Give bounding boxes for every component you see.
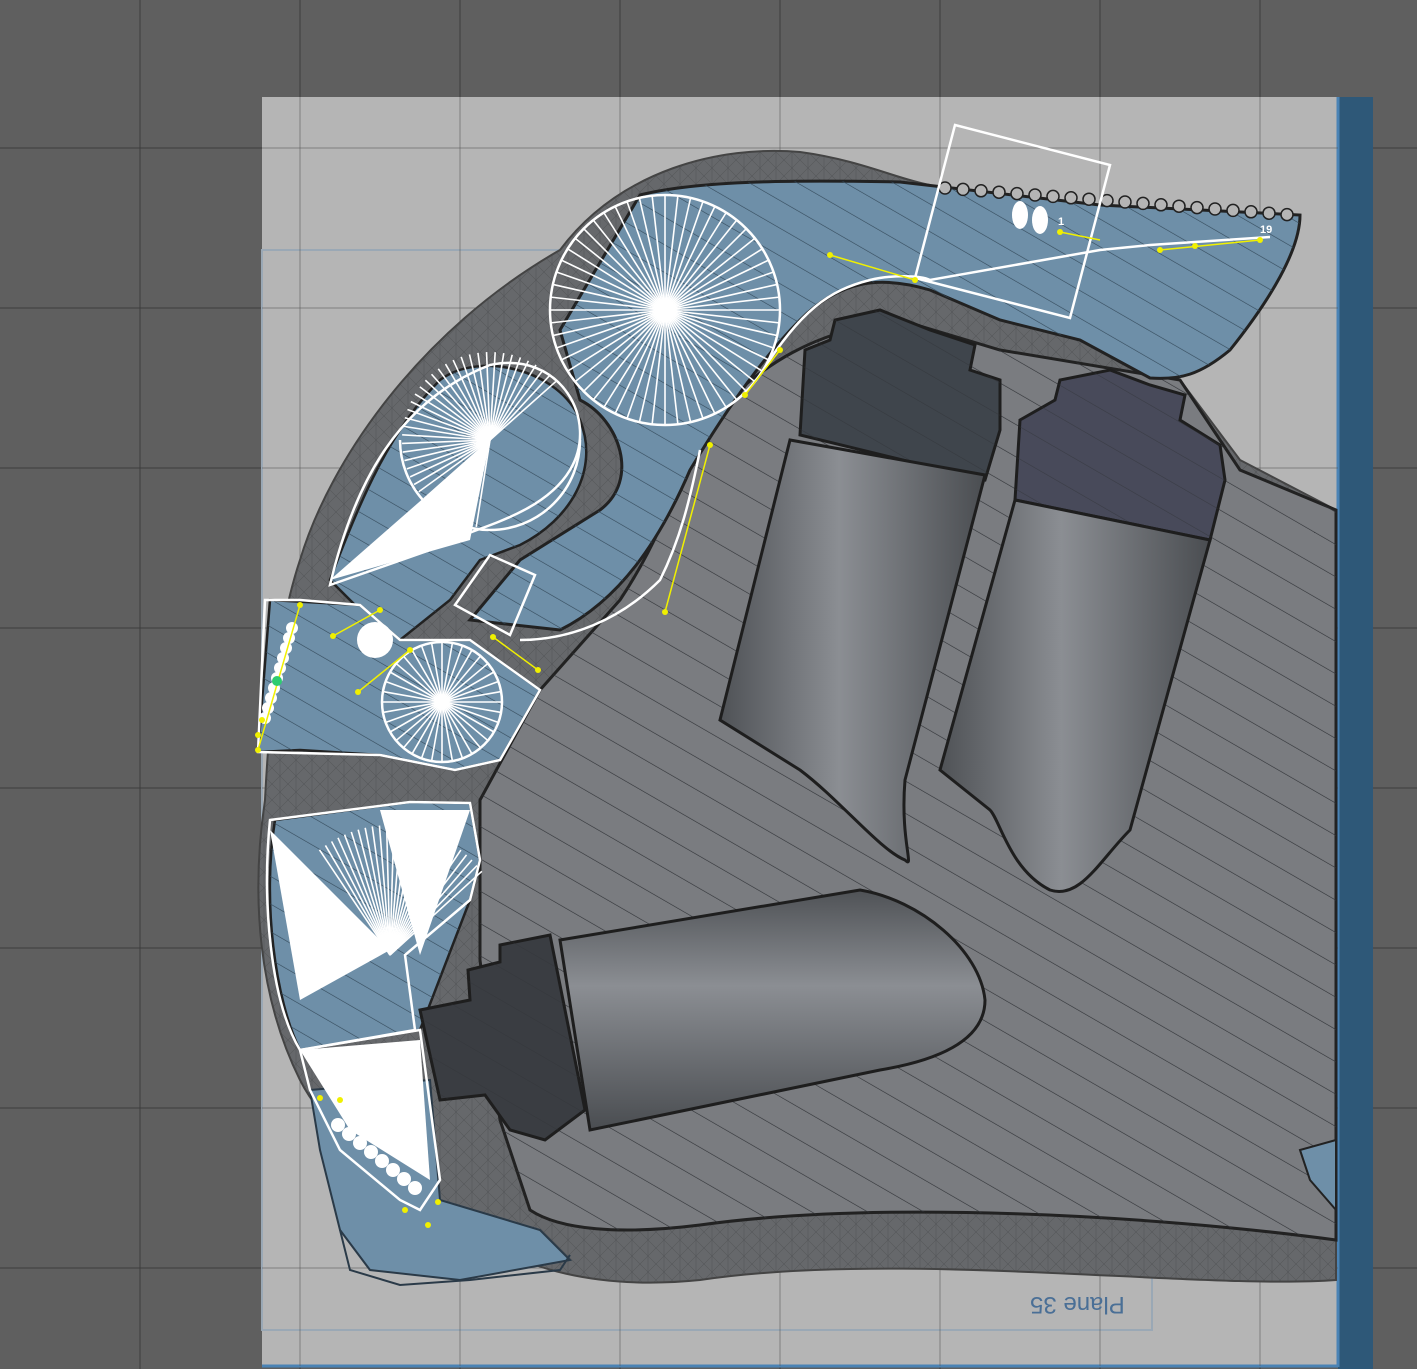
3d-viewport[interactable]: 1 19 Plane 35 bbox=[0, 0, 1417, 1369]
selected-sketch-point[interactable] bbox=[272, 676, 282, 686]
point-label-1: 1 bbox=[1058, 216, 1065, 228]
point-label-19: 19 bbox=[1260, 224, 1273, 236]
plane-label: Plane 35 bbox=[1030, 1291, 1125, 1318]
plane-edge-bar bbox=[1338, 97, 1373, 1369]
viewport-canvas[interactable] bbox=[0, 0, 1417, 1369]
